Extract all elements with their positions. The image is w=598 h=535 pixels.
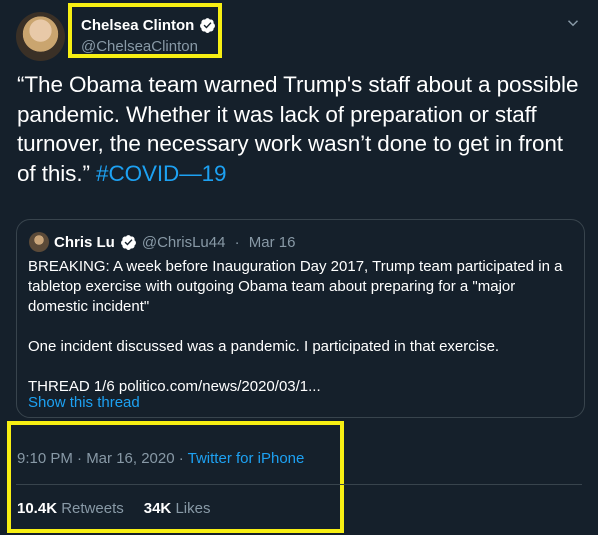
author-avatar[interactable] — [16, 12, 65, 61]
likes-label: Likes — [175, 500, 211, 517]
likes-stat[interactable]: 34K Likes — [144, 500, 211, 517]
verified-badge-icon — [200, 18, 216, 33]
author-highlight-box: Chelsea Clinton @ChelseaClinton — [68, 3, 222, 58]
quoted-date[interactable]: Mar 16 — [249, 234, 296, 251]
retweets-count: 10.4K — [17, 500, 58, 517]
verified-badge-icon — [120, 234, 136, 250]
author-name-row[interactable]: Chelsea Clinton — [81, 17, 216, 34]
divider — [16, 484, 582, 485]
author-name[interactable]: Chelsea Clinton — [81, 17, 194, 34]
show-thread-link[interactable]: Show this thread — [28, 394, 140, 411]
retweets-label: Retweets — [61, 500, 124, 517]
hashtag-link[interactable]: #COVID—19 — [96, 161, 227, 186]
quoted-tweet-card[interactable]: Chris Lu @ChrisLu44 · Mar 16 BREAKING: A… — [16, 219, 585, 418]
tweet-meta: 9:10 PM · Mar 16, 2020 · Twitter for iPh… — [17, 450, 304, 467]
tweet-timestamp[interactable]: 9:10 PM · Mar 16, 2020 · — [17, 450, 188, 467]
quoted-author-handle[interactable]: @ChrisLu44 — [142, 234, 226, 251]
tweet-text: “The Obama team warned Trump's staff abo… — [17, 70, 587, 188]
quoted-author-name[interactable]: Chris Lu — [54, 234, 115, 251]
chevron-down-icon[interactable] — [564, 14, 582, 32]
quoted-paragraph: One incident discussed was a pandemic. I… — [28, 338, 500, 355]
quoted-separator: · — [230, 233, 244, 251]
tweet-source-link[interactable]: Twitter for iPhone — [188, 450, 305, 467]
author-handle[interactable]: @ChelseaClinton — [81, 38, 198, 55]
tweet-stats: 10.4K Retweets 34K Likes — [17, 500, 210, 517]
quoted-tweet-header: Chris Lu @ChrisLu44 · Mar 16 — [29, 232, 295, 252]
quoted-author-avatar[interactable] — [29, 232, 49, 252]
retweets-stat[interactable]: 10.4K Retweets — [17, 500, 124, 517]
likes-count: 34K — [143, 500, 172, 517]
quoted-paragraph: BREAKING: A week before Inauguration Day… — [28, 258, 563, 315]
quoted-tweet-body: BREAKING: A week before Inauguration Day… — [28, 257, 573, 397]
